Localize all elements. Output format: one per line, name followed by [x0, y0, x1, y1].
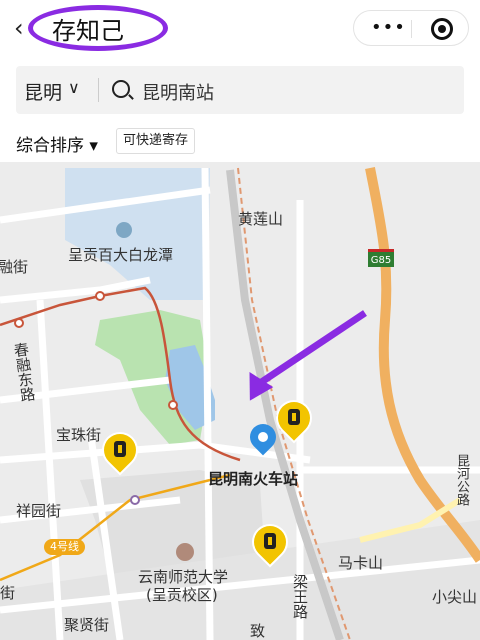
map-label-liangwang: 梁王路	[291, 574, 309, 619]
map-label-rongjie: 融街	[0, 258, 29, 276]
top-bar: ‹ 存知己 •••	[0, 0, 480, 60]
chevron-down-icon[interactable]: ∨	[68, 78, 80, 97]
storage-pin-3[interactable]	[247, 519, 293, 570]
filter-bar: 综合排序 ▾ 可快递寄存	[0, 122, 480, 162]
map-canvas	[0, 162, 480, 640]
map-label-huanglianshan: 黄莲山	[238, 210, 284, 228]
luggage-icon	[264, 533, 276, 549]
map-label-side-road: 昆河公路	[454, 454, 469, 506]
map-label-xiangyuan: 祥园街	[16, 502, 62, 520]
map-label-makashan: 马卡山	[338, 554, 384, 572]
storage-pin-1[interactable]	[271, 395, 317, 446]
search-icon	[112, 80, 130, 98]
luggage-icon	[288, 409, 300, 425]
map-label-juxian: 聚贤街	[64, 616, 110, 634]
university-poi-icon	[176, 543, 194, 561]
map-label-university-campus: (呈贡校区)	[146, 586, 218, 604]
current-location-pin[interactable]	[244, 418, 282, 458]
sort-dropdown[interactable]: 综合排序 ▾	[16, 131, 98, 156]
search-input[interactable]: 昆明南站	[142, 79, 214, 105]
city-selector[interactable]: 昆明	[24, 78, 62, 105]
map-view[interactable]: 黄莲山 呈贡百大白龙潭 G85 融街 春融东路 宝珠街 祥园街 昆明南火车站 4…	[0, 162, 480, 640]
map-label-baozhu: 宝珠街	[56, 426, 102, 444]
miniprogram-capsule: •••	[353, 10, 469, 46]
target-icon[interactable]	[431, 18, 453, 40]
map-label-bailongtan: 呈贡百大白龙潭	[68, 246, 174, 264]
back-icon[interactable]: ‹	[14, 14, 24, 42]
express-storage-filter-tag[interactable]: 可快递寄存	[116, 128, 196, 154]
map-label-jie: 街	[0, 584, 16, 602]
lake-poi-icon	[116, 222, 132, 238]
storage-pin-2[interactable]	[97, 427, 143, 478]
more-dots-icon[interactable]: •••	[371, 17, 406, 38]
location-dot-icon	[258, 432, 268, 442]
capsule-divider	[411, 20, 412, 38]
search-bar: 昆明 ∨ 昆明南站	[16, 66, 464, 114]
highway-shield-g85: G85	[368, 249, 394, 267]
metro-line-badge: 4号线	[44, 539, 85, 555]
search-divider	[98, 78, 99, 102]
map-label-zhi: 致	[250, 622, 266, 640]
page-title: 存知己	[52, 17, 124, 45]
map-label-xiaojianshan: 小尖山	[432, 588, 478, 606]
map-label-station: 昆明南火车站	[208, 470, 299, 488]
luggage-icon	[114, 441, 126, 457]
